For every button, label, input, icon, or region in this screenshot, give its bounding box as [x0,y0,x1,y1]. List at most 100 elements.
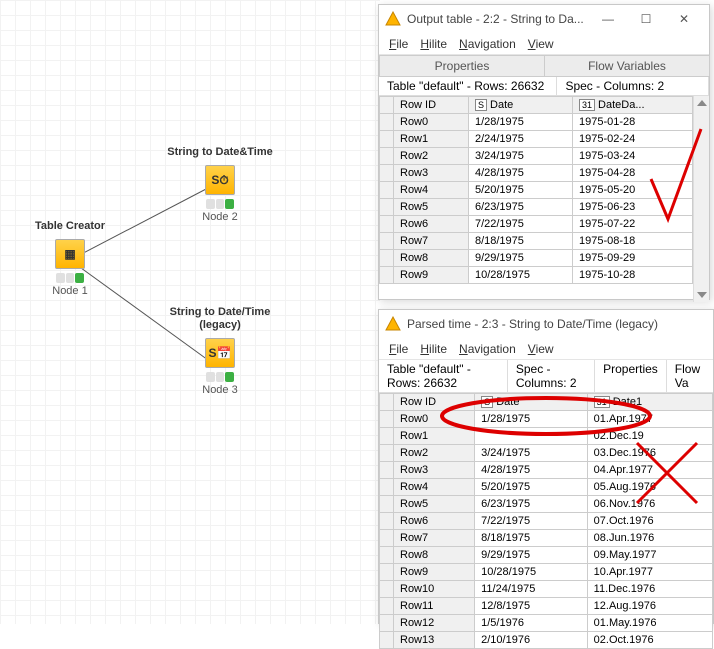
table-row[interactable]: Row78/18/197508.Jun.1976 [380,530,713,547]
tab-flowvars[interactable]: Flow Va [667,360,713,393]
cell: 10/28/1975 [475,564,588,581]
cell: 1975-06-23 [572,199,692,216]
cell: 5/20/1975 [475,479,588,496]
row-marker [380,445,394,462]
table-row[interactable]: Row102.Dec.19 [380,428,713,445]
table-row[interactable]: Row1112/8/197512.Aug.1976 [380,598,713,615]
row-id-cell: Row2 [394,148,469,165]
row-marker [380,581,394,598]
row-marker [380,479,394,496]
tab-properties[interactable]: Properties [595,360,667,393]
close-button[interactable]: ✕ [665,5,703,33]
menu-hilite[interactable]: Hilite [420,37,447,51]
row-marker [380,428,394,445]
node-name: Node 1 [0,285,140,297]
table-row[interactable]: Row89/29/19751975-09-29 [380,250,693,267]
cell: 4/28/1975 [475,462,588,479]
row-marker [380,547,394,564]
cell: 02.Dec.19 [587,428,712,445]
cell: 12.Aug.1976 [587,598,712,615]
col-date[interactable]: S Date [475,394,588,411]
row-marker [380,564,394,581]
menu-navigation[interactable]: Navigation [459,37,516,51]
table-row[interactable]: Row01/28/197501.Apr.1977 [380,411,713,428]
workflow-canvas[interactable]: Table Creator ▦ Node 1 String to Date&Ti… [0,0,380,624]
row-marker [380,267,394,284]
node-string-to-datetime[interactable]: String to Date&Time S⏱ Node 2 [150,146,290,223]
table-row[interactable]: Row67/22/197507.Oct.1976 [380,513,713,530]
window-title: Parsed time - 2:3 - String to Date/Time … [407,317,707,331]
tab-flow-variables[interactable]: Flow Variables [544,55,710,76]
cell: 1/5/1976 [475,615,588,632]
titlebar[interactable]: Output table - 2:2 - String to Da... — ☐… [379,5,709,33]
col-date1[interactable]: 31 Date1 [587,394,712,411]
cell: 01.Apr.1977 [587,411,712,428]
cell: 1/28/1975 [468,114,572,131]
maximize-button[interactable]: ☐ [627,5,665,33]
table-row[interactable]: Row67/22/19751975-07-22 [380,216,693,233]
cell: 2/24/1975 [468,131,572,148]
menu-hilite[interactable]: Hilite [420,342,447,356]
menu-navigation[interactable]: Navigation [459,342,516,356]
cell: 01.May.1976 [587,615,712,632]
table-row[interactable]: Row910/28/197510.Apr.1977 [380,564,713,581]
header-row: Row ID S Date 31 Date1 [380,394,713,411]
menu-view[interactable]: View [528,342,554,356]
col-date[interactable]: S Date [468,97,572,114]
menu-file[interactable]: File [389,37,408,51]
scrollbar-vertical[interactable] [693,96,709,302]
table-row[interactable]: Row56/23/19751975-06-23 [380,199,693,216]
cell: 1975-03-24 [572,148,692,165]
minimize-button[interactable]: — [589,5,627,33]
table-row[interactable]: Row89/29/197509.May.1977 [380,547,713,564]
app-icon [385,11,401,27]
data-table[interactable]: Row ID S Date 31 Date1 Row01/28/197501.A… [379,393,713,649]
window-output-table: Output table - 2:2 - String to Da... — ☐… [378,4,710,300]
cell [475,428,588,445]
col-dateda[interactable]: 31 DateDa... [572,97,692,114]
cell: 3/24/1975 [468,148,572,165]
tab-properties[interactable]: Properties [379,55,545,76]
table-row[interactable]: Row34/28/197504.Apr.1977 [380,462,713,479]
table-row[interactable]: Row23/24/19751975-03-24 [380,148,693,165]
row-marker [380,131,394,148]
row-id-cell: Row6 [394,216,469,233]
row-id-cell: Row3 [394,165,469,182]
table-row[interactable]: Row56/23/197506.Nov.1976 [380,496,713,513]
table-row[interactable]: Row78/18/19751975-08-18 [380,233,693,250]
table-row[interactable]: Row01/28/19751975-01-28 [380,114,693,131]
table-row[interactable]: Row45/20/197505.Aug.1976 [380,479,713,496]
cell: 03.Dec.1976 [587,445,712,462]
row-id-cell: Row12 [394,615,475,632]
row-id-cell: Row8 [394,547,475,564]
table-row[interactable]: Row1011/24/197511.Dec.1976 [380,581,713,598]
cell: 5/20/1975 [468,182,572,199]
table-row[interactable]: Row23/24/197503.Dec.1976 [380,445,713,462]
col-rowid[interactable]: Row ID [394,97,469,114]
cell: 9/29/1975 [468,250,572,267]
node-title: String to Date&Time [150,146,290,159]
menu-view[interactable]: View [528,37,554,51]
table-row[interactable]: Row910/28/19751975-10-28 [380,267,693,284]
node-table-creator[interactable]: Table Creator ▦ Node 1 [0,220,140,297]
table-row[interactable]: Row121/5/197601.May.1976 [380,615,713,632]
menubar: File Hilite Navigation View [379,33,709,55]
table-row[interactable]: Row132/10/197602.Oct.1976 [380,632,713,649]
cell: 07.Oct.1976 [587,513,712,530]
table-stats: Table "default" - Rows: 26632 [379,77,557,96]
col-rowid[interactable]: Row ID [394,394,475,411]
table-row[interactable]: Row45/20/19751975-05-20 [380,182,693,199]
table-row[interactable]: Row34/28/19751975-04-28 [380,165,693,182]
header-row: Row ID S Date 31 DateDa... [380,97,693,114]
node-string-to-datetime-legacy[interactable]: String to Date/Time (legacy) S📅 Node 3 [150,306,290,396]
titlebar[interactable]: Parsed time - 2:3 - String to Date/Time … [379,310,713,338]
cell: 2/10/1976 [475,632,588,649]
menu-file[interactable]: File [389,342,408,356]
table-row[interactable]: Row12/24/19751975-02-24 [380,131,693,148]
row-id-cell: Row2 [394,445,475,462]
cell: 10/28/1975 [468,267,572,284]
tab-spec[interactable]: Spec - Columns: 2 [508,360,595,393]
window-title: Output table - 2:2 - String to Da... [407,12,589,26]
cell: 02.Oct.1976 [587,632,712,649]
data-table[interactable]: Row ID S Date 31 DateDa... Row01/28/1975… [379,96,693,284]
